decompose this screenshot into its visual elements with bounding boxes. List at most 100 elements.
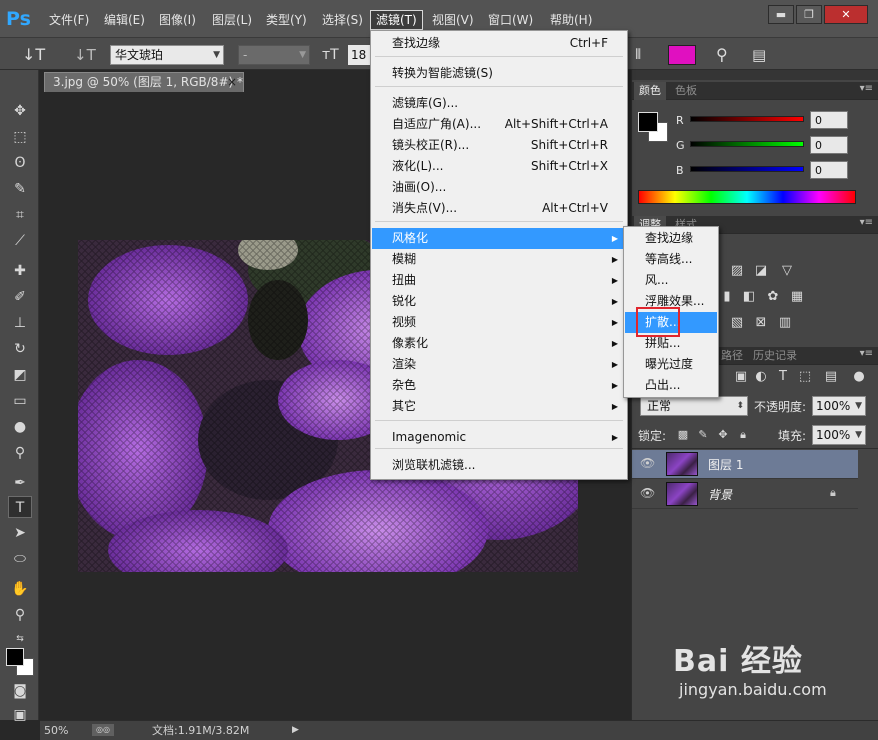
menu-help[interactable]: 帮助(H) xyxy=(550,10,592,30)
eye-icon[interactable]: 👁︎ xyxy=(640,486,655,500)
screen-mode-icon[interactable]: ▣ xyxy=(8,704,32,726)
quick-mask-icon[interactable]: ◙ xyxy=(8,680,32,702)
color-balance-icon[interactable]: ▮ xyxy=(718,288,736,306)
font-family-select[interactable]: 华文琥珀 ▼ xyxy=(110,45,224,65)
lock-transparent-icon[interactable]: ▩ xyxy=(674,426,692,444)
threshold-icon[interactable]: ⊠ xyxy=(752,314,770,332)
layer-row-background[interactable]: 👁︎ 背景 🔒︎ xyxy=(632,480,858,509)
filter-menu-item[interactable]: 渲染 ▶ xyxy=(372,354,626,375)
filter-menu-item[interactable]: 转换为智能滤镜(S) xyxy=(372,63,626,84)
stylize-submenu-item[interactable]: 风... xyxy=(625,270,717,291)
channel-mixer-icon[interactable]: ✿ xyxy=(764,288,782,306)
stylize-submenu-item[interactable]: 等高线... xyxy=(625,249,717,270)
eyedropper-tool-icon[interactable]: ⟋ xyxy=(8,230,32,252)
pen-tool-icon[interactable]: ✒ xyxy=(8,472,32,494)
filter-type-icon[interactable]: T xyxy=(774,368,792,386)
panel-menu-icon[interactable]: ▾≡ xyxy=(860,348,873,359)
lock-position-icon[interactable]: ✥ xyxy=(714,426,732,444)
font-style-select[interactable]: - ▼ xyxy=(238,45,310,65)
red-slider[interactable] xyxy=(690,116,804,122)
minimize-button[interactable]: ▬ xyxy=(768,5,794,24)
filter-menu-item[interactable]: 视频 ▶ xyxy=(372,312,626,333)
bw-icon[interactable]: ◧ xyxy=(740,288,758,306)
green-slider[interactable] xyxy=(690,141,804,147)
move-tool-icon[interactable]: ✥ xyxy=(8,100,32,122)
status-preview-icon[interactable]: ◎◎ xyxy=(92,724,114,736)
lock-pixels-icon[interactable]: ✎ xyxy=(694,426,712,444)
menu-type[interactable]: 类型(Y) xyxy=(266,10,307,30)
menu-select[interactable]: 选择(S) xyxy=(322,10,363,30)
red-value-input[interactable]: 0 xyxy=(810,111,848,129)
crop-tool-icon[interactable]: ⌗ xyxy=(8,204,32,226)
warp-text-icon[interactable]: ⦀ xyxy=(635,45,659,65)
document-tab[interactable]: 3.jpg @ 50% (图层 1, RGB/8#) * × xyxy=(44,72,244,92)
menu-view[interactable]: 视图(V) xyxy=(432,10,474,30)
marquee-tool-icon[interactable]: ⬚ xyxy=(8,126,32,148)
filter-menu-item[interactable]: 镜头校正(R)... Shift+Ctrl+R xyxy=(372,135,626,156)
character-panel-icon[interactable]: ▤ xyxy=(752,45,772,65)
menu-file[interactable]: 文件(F) xyxy=(49,10,89,30)
filter-menu-item[interactable]: 扭曲 ▶ xyxy=(372,270,626,291)
brush-tool-icon[interactable]: ✐ xyxy=(8,286,32,308)
filter-menu-item[interactable]: 消失点(V)... Alt+Ctrl+V xyxy=(372,198,626,219)
green-value-input[interactable]: 0 xyxy=(810,136,848,154)
lasso-tool-icon[interactable]: ʘ xyxy=(8,152,32,174)
filter-menu-item[interactable]: 风格化 ▶ xyxy=(372,228,626,249)
vibrance-icon[interactable]: ▽ xyxy=(778,262,796,280)
menu-filter[interactable]: 滤镜(T) xyxy=(370,10,423,30)
tab-color[interactable]: 颜色 xyxy=(634,82,666,100)
ellipse-tool-icon[interactable]: ⬭ xyxy=(8,548,32,570)
filter-menu-item[interactable]: 其它 ▶ xyxy=(372,396,626,417)
close-button[interactable]: ✕ xyxy=(824,5,868,24)
stylize-submenu-item[interactable]: 曝光过度 xyxy=(625,354,717,375)
tab-history[interactable]: 历史记录 xyxy=(748,347,802,365)
stylize-submenu-item[interactable]: 查找边缘 xyxy=(625,228,717,249)
filter-menu-item[interactable]: 液化(L)... Shift+Ctrl+X xyxy=(372,156,626,177)
lock-all-icon[interactable]: 🔒︎ xyxy=(734,426,752,444)
eraser-tool-icon[interactable]: ◩ xyxy=(8,364,32,386)
levels-icon[interactable]: ▨ xyxy=(728,262,746,280)
filter-menu-item[interactable]: 像素化 ▶ xyxy=(372,333,626,354)
color-spectrum-bar[interactable] xyxy=(638,190,856,204)
filter-toggle-icon[interactable]: ● xyxy=(850,368,868,386)
zoom-level[interactable]: 50% xyxy=(44,721,68,740)
text-orientation-icon[interactable]: ↓T xyxy=(74,45,96,65)
clone-stamp-tool-icon[interactable]: ⊥ xyxy=(8,312,32,334)
text-color-swatch[interactable] xyxy=(668,45,696,65)
path-select-tool-icon[interactable]: ➤ xyxy=(8,522,32,544)
gradient-tool-icon[interactable]: ▭ xyxy=(8,390,32,412)
healing-brush-tool-icon[interactable]: ✚ xyxy=(8,260,32,282)
fill-input[interactable]: 100% ▼ xyxy=(812,425,866,445)
filter-menu-item[interactable]: 浏览联机滤镜... xyxy=(372,455,626,476)
blue-value-input[interactable]: 0 xyxy=(810,161,848,179)
menu-layer[interactable]: 图层(L) xyxy=(212,10,252,30)
swap-colors-icon[interactable]: ⇆ xyxy=(8,628,32,650)
filter-menu-item[interactable]: 油画(O)... xyxy=(372,177,626,198)
eye-icon[interactable]: 👁︎ xyxy=(640,456,655,470)
filter-menu-item[interactable]: 锐化 ▶ xyxy=(372,291,626,312)
dodge-tool-icon[interactable]: ⚲ xyxy=(8,442,32,464)
tab-swatches[interactable]: 色板 xyxy=(670,82,702,100)
blend-mode-select[interactable]: 正常 ⬍ xyxy=(640,396,748,416)
menu-edit[interactable]: 编辑(E) xyxy=(104,10,145,30)
type-tool-icon[interactable]: T xyxy=(8,496,32,518)
stylize-submenu-item[interactable]: 凸出... xyxy=(625,375,717,396)
color-lookup-icon[interactable]: ▦ xyxy=(788,288,806,306)
curves-icon[interactable]: ◪ xyxy=(752,262,770,280)
filter-menu-item[interactable]: 自适应广角(A)... Alt+Shift+Ctrl+A xyxy=(372,114,626,135)
color-foreground-swatch[interactable] xyxy=(638,112,658,132)
font-size-input[interactable]: 18 xyxy=(348,45,370,65)
gradient-map-icon[interactable]: ▥ xyxy=(776,314,794,332)
type-tool-preset-icon[interactable]: ↓T xyxy=(22,45,56,65)
posterize-icon[interactable]: ▧ xyxy=(728,314,746,332)
filter-menu-item[interactable]: 模糊 ▶ xyxy=(372,249,626,270)
panel-menu-icon[interactable]: ▾≡ xyxy=(860,217,873,228)
filter-shape-icon[interactable]: ⬚ xyxy=(796,368,814,386)
restore-button[interactable]: ❐ xyxy=(796,5,822,24)
foreground-color-swatch[interactable] xyxy=(6,648,24,666)
status-arrow-icon[interactable]: ▶ xyxy=(292,721,299,740)
warp-icon[interactable]: ⚲ xyxy=(716,45,736,65)
filter-menu-item[interactable]: Imagenomic ▶ xyxy=(372,427,626,448)
layer-row-layer1[interactable]: 👁︎ 图层 1 xyxy=(632,450,858,479)
blue-slider[interactable] xyxy=(690,166,804,172)
